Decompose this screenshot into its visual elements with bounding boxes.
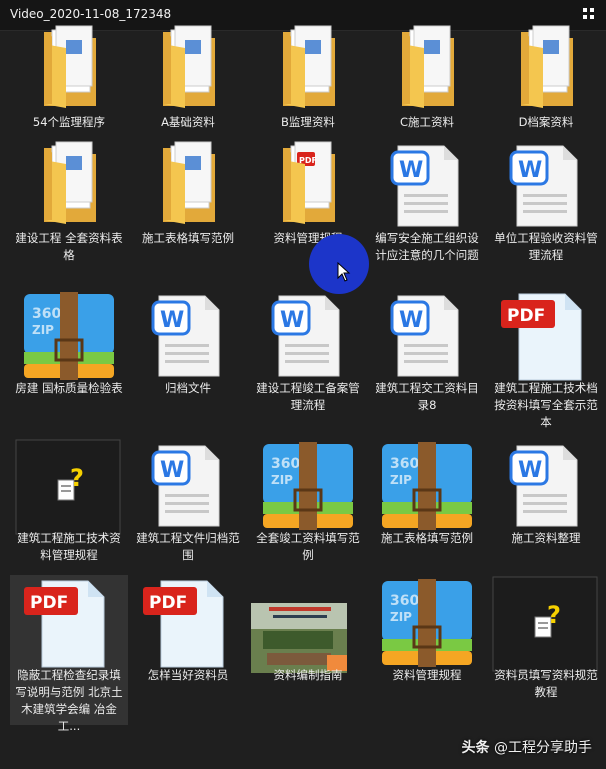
svg-text:PDF: PDF [149, 593, 187, 613]
folder-icon [249, 22, 367, 122]
svg-text:?: ? [547, 601, 561, 629]
file-name: 施工表格填写范例 [381, 531, 473, 545]
file-name: 怎样当好资料员 [147, 668, 229, 682]
svg-text:W: W [399, 308, 423, 333]
folder-icon [487, 22, 605, 122]
image-thumbnail-icon [249, 575, 367, 675]
pdf-document-icon: PDF [129, 575, 247, 675]
file-item[interactable]: W 建设工程竣工备案管理流程 [249, 288, 367, 438]
file-name: 全套竣工资料填写范例 [256, 531, 360, 562]
file-name: B监理资料 [281, 115, 335, 129]
pdf-document-icon: PDF [10, 575, 128, 675]
svg-text:W: W [518, 458, 542, 483]
svg-text:W: W [399, 158, 423, 183]
zip-archive-icon: 360 ZIP [368, 438, 486, 538]
svg-text:360: 360 [390, 593, 419, 609]
svg-text:PDF: PDF [30, 593, 68, 613]
file-item[interactable]: 资料编制指南 [249, 575, 367, 725]
word-document-icon: W [129, 438, 247, 538]
file-item[interactable]: 施工表格填写范例 [129, 138, 247, 288]
file-name: 归档文件 [165, 381, 211, 395]
file-name: 资料编制指南 [273, 668, 343, 682]
folder-icon [10, 22, 128, 122]
svg-text:ZIP: ZIP [271, 473, 293, 487]
svg-text:ZIP: ZIP [390, 473, 412, 487]
watermark: 头条 @工程分享助手 [462, 737, 592, 757]
file-name: C施工资料 [399, 115, 455, 129]
file-item[interactable]: W 归档文件 [129, 288, 247, 438]
svg-text:W: W [280, 308, 304, 333]
word-document-icon: W [249, 288, 367, 388]
file-item[interactable]: W 编写安全施工组织设计应注意的几个问题 [368, 138, 486, 288]
file-item[interactable]: W 施工资料整理 [487, 438, 605, 588]
file-name: 资料管理规程 [392, 668, 462, 682]
file-name: 建筑工程文件归档范围 [136, 531, 240, 562]
file-item[interactable]: W 建筑工程交工资料目录8 [368, 288, 486, 438]
svg-text:W: W [160, 308, 184, 333]
svg-text:W: W [160, 458, 184, 483]
file-name: 建设工程竣工备案管理流程 [256, 381, 360, 412]
zip-archive-icon: 360 ZIP [10, 288, 128, 388]
file-item[interactable]: W 单位工程验收资料管理流程 [487, 138, 605, 288]
window-title: Video_2020-11-08_172348 [10, 7, 172, 21]
file-name: 隐蔽工程检查纪录填写说明与范例 北京土木建筑学会编 冶金工... [15, 668, 123, 733]
file-item[interactable]: PDF 建筑工程施工技术档按资料填写全套示范本 [487, 288, 605, 438]
file-item[interactable]: PDF 隐蔽工程检查纪录填写说明与范例 北京土木建筑学会编 冶金工... [10, 575, 128, 733]
file-item[interactable]: 360 ZIP 全套竣工资料填写范例 [249, 438, 367, 588]
file-name: 房建 国标质量检验表 [15, 381, 123, 395]
svg-text:W: W [518, 158, 542, 183]
file-name: 建筑工程交工资料目录8 [375, 381, 479, 412]
svg-text:?: ? [70, 464, 84, 492]
folder-icon [368, 22, 486, 122]
file-item[interactable]: 建设工程 全套资料表格 [10, 138, 128, 288]
file-item[interactable]: PDF 怎样当好资料员 [129, 575, 247, 725]
file-name: D档案资料 [518, 115, 574, 129]
word-document-icon: W [129, 288, 247, 388]
file-item[interactable]: 360 ZIP 房建 国标质量检验表 [10, 288, 128, 438]
svg-text:360: 360 [271, 456, 300, 472]
word-document-icon: W [368, 138, 486, 238]
file-item[interactable]: ? 建筑工程施工技术资料管理规程 [10, 438, 128, 588]
folder-icon [129, 138, 247, 238]
file-name: 建筑工程施工技术资料管理规程 [17, 531, 121, 562]
svg-text:ZIP: ZIP [32, 323, 54, 337]
watermark-brand: 头条 [461, 740, 490, 756]
file-grid: 54个监理程序 A基础资料 B监理资料 C施工资料 D档案资料 建设工程 全套资 [0, 25, 606, 769]
zip-archive-icon: 360 ZIP [368, 575, 486, 675]
svg-text:PDF: PDF [507, 306, 545, 326]
file-name: 编写安全施工组织设计应注意的几个问题 [375, 231, 479, 262]
file-name: 施工表格填写范例 [142, 231, 234, 245]
word-document-icon: W [487, 438, 605, 538]
file-item[interactable]: 360 ZIP 施工表格填写范例 [368, 438, 486, 588]
file-name: A基础资料 [161, 115, 215, 129]
svg-text:360: 360 [32, 306, 61, 322]
file-name: 54个监理程序 [32, 115, 106, 129]
word-document-icon: W [368, 288, 486, 388]
watermark-handle: @工程分享助手 [494, 740, 592, 756]
file-name: 单位工程验收资料管理流程 [494, 231, 598, 262]
file-item[interactable]: 360 ZIP 资料管理规程 [368, 575, 486, 725]
mouse-pointer-icon [337, 262, 351, 282]
unknown-file-icon: ? [487, 575, 605, 675]
file-name: 建设工程 全套资料表格 [15, 231, 123, 262]
file-name: 建筑工程施工技术档按资料填写全套示范本 [494, 381, 598, 429]
grid-menu-icon[interactable] [583, 8, 597, 22]
folder-icon [10, 138, 128, 238]
word-document-icon: W [487, 138, 605, 238]
folder-pdf-icon: PDF [249, 138, 367, 238]
folder-icon [129, 22, 247, 122]
file-item[interactable]: W 建筑工程文件归档范围 [129, 438, 247, 588]
svg-text:ZIP: ZIP [390, 610, 412, 624]
zip-archive-icon: 360 ZIP [249, 438, 367, 538]
pdf-document-icon: PDF [487, 288, 605, 388]
svg-text:360: 360 [390, 456, 419, 472]
file-name: 资料员填写资料规范教程 [494, 668, 598, 699]
file-name: 施工资料整理 [511, 531, 581, 545]
file-item[interactable]: ? 资料员填写资料规范教程 [487, 575, 605, 725]
unknown-file-icon: ? [10, 438, 128, 538]
